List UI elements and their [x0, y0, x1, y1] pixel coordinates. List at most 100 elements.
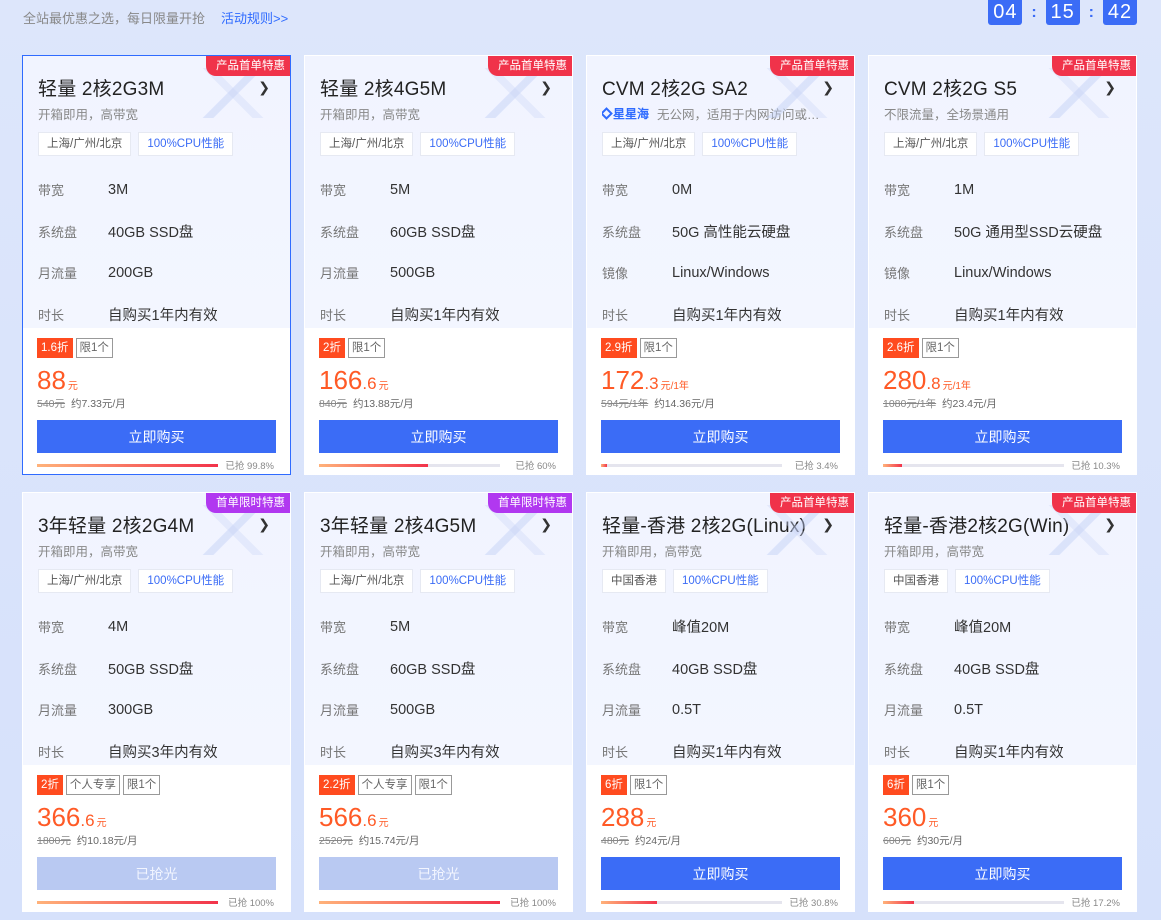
cpu-tag: 100%CPU性能	[673, 569, 768, 593]
original-price-row: 600元 约30元/月	[883, 833, 1122, 848]
spec-value: 4M	[108, 618, 129, 635]
spec-label: 带宽	[320, 620, 347, 636]
product-title[interactable]: 3年轻量 2核2G4M	[38, 511, 194, 538]
badge-list: 2.2折 个人专享 限1个	[319, 775, 558, 795]
region-tag: 上海/广州/北京	[884, 132, 978, 156]
sales-progress: 已抢 100%	[319, 895, 558, 909]
buy-button[interactable]: 立即购买	[883, 420, 1122, 453]
sold-out-button[interactable]: 已抢光	[319, 857, 558, 890]
product-title[interactable]: 轻量-香港2核2G(Win)	[884, 511, 1069, 538]
original-price: 2520元	[319, 835, 353, 847]
price-integer: 366	[37, 802, 81, 832]
card-price-area: 6折 限1个 360 元 600元 约30元/月 立即购买 已抢 17.2%	[869, 765, 1136, 909]
product-title[interactable]: CVM 2核2G SA2	[602, 74, 748, 101]
limit-badge: 限1个	[639, 338, 677, 358]
spec-label: 时长	[884, 744, 911, 760]
activity-rules-link[interactable]: 活动规则>>	[221, 8, 288, 27]
original-price: 594元/1年	[601, 398, 649, 410]
product-card-5[interactable]: 首单限时特惠 3年轻量 2核2G4M ❯ 开箱即用，高带宽 上海/广州/北京 1…	[22, 492, 291, 912]
product-title[interactable]: 轻量 2核2G3M	[38, 74, 164, 101]
product-card-2[interactable]: 产品首单特惠 轻量 2核4G5M ❯ 开箱即用，高带宽 上海/广州/北京 100…	[304, 55, 573, 475]
price-integer: 88	[37, 365, 66, 395]
spec-row: 系统盘 60GB SSD盘	[320, 211, 558, 253]
spec-value: 50G 高性能云硬盘	[672, 224, 791, 241]
sold-out-button[interactable]: 已抢光	[37, 857, 276, 890]
sales-progress: 已抢 3.4%	[601, 458, 840, 472]
spec-row: 带宽 0M	[602, 169, 840, 211]
product-card-8[interactable]: 产品首单特惠 轻量-香港2核2G(Win) ❯ 开箱即用，高带宽 中国香港 10…	[868, 492, 1137, 912]
price-unit: 元	[646, 818, 657, 829]
countdown-separator: :	[1031, 3, 1037, 21]
spec-value: 自购买1年内有效	[108, 307, 218, 324]
spec-row: 带宽 5M	[320, 606, 558, 648]
subtitle-text: 开箱即用，高带宽	[320, 545, 421, 559]
card-specs-area: 产品首单特惠 轻量 2核4G5M ❯ 开箱即用，高带宽 上海/广州/北京 100…	[305, 56, 572, 328]
spec-row: 月流量 500GB	[320, 252, 558, 294]
buy-button[interactable]: 立即购买	[883, 857, 1122, 890]
spec-value: 200GB	[108, 264, 154, 281]
spec-label: 系统盘	[602, 224, 642, 240]
original-price-row: 594元/1年 约14.36元/月	[601, 396, 840, 411]
spec-label: 带宽	[602, 620, 629, 636]
buy-button[interactable]: 立即购买	[319, 420, 558, 453]
price: 366.6 元	[37, 803, 276, 831]
region-tag: 上海/广州/北京	[320, 132, 414, 156]
card-price-area: 2.2折 个人专享 限1个 566.6 元 2520元 约15.74元/月 已抢光 已…	[305, 765, 572, 909]
product-card-7[interactable]: 产品首单特惠 轻量-香港 2核2G(Linux) ❯ 开箱即用，高带宽 中国香港…	[586, 492, 855, 912]
spec-label: 系统盘	[602, 661, 642, 677]
price-unit: 元	[378, 818, 389, 829]
tag-list: 上海/广州/北京 100%CPU性能	[38, 132, 276, 156]
spec-row: 月流量 500GB	[320, 689, 558, 731]
product-card-1[interactable]: 产品首单特惠 轻量 2核2G3M ❯ 开箱即用，高带宽 上海/广州/北京 100…	[22, 55, 291, 475]
spec-value: 60GB SSD盘	[390, 224, 476, 241]
progress-bar	[37, 463, 218, 467]
price-integer: 172	[601, 365, 645, 395]
buy-button[interactable]: 立即购买	[37, 420, 276, 453]
sales-progress: 已抢 99.8%	[37, 458, 276, 472]
progress-bar	[601, 463, 782, 467]
spec-row: 系统盘 40GB SSD盘	[884, 648, 1122, 690]
spec-label: 时长	[320, 744, 347, 760]
badge-list: 2.9折 限1个	[601, 338, 840, 358]
spec-value: Linux/Windows	[954, 264, 1052, 281]
spec-row: 系统盘 60GB SSD盘	[320, 648, 558, 690]
region-tag: 上海/广州/北京	[38, 132, 132, 156]
spec-value: 峰值20M	[672, 620, 730, 637]
spec-label: 系统盘	[884, 224, 924, 240]
buy-button[interactable]: 立即购买	[601, 420, 840, 453]
product-title[interactable]: CVM 2核2G S5	[884, 74, 1017, 101]
spec-row: 时长 自购买1年内有效	[602, 294, 840, 336]
spec-row: 系统盘 50G 高性能云硬盘	[602, 211, 840, 253]
spec-label: 带宽	[884, 183, 911, 199]
buy-button[interactable]: 立即购买	[601, 857, 840, 890]
badge-list: 1.6折 限1个	[37, 338, 276, 358]
spec-value: 自购买1年内有效	[672, 744, 782, 761]
spec-label: 月流量	[320, 266, 360, 282]
product-title[interactable]: 3年轻量 2核4G5M	[320, 511, 476, 538]
spec-row: 时长 自购买1年内有效	[38, 294, 276, 336]
cpu-tag: 100%CPU性能	[420, 132, 516, 156]
product-card-4[interactable]: 产品首单特惠 CVM 2核2G S5 ❯ 不限流量，全场景通用 上海/广州/北京…	[868, 55, 1137, 475]
spec-label: 系统盘	[38, 224, 78, 240]
progress-bar	[883, 900, 1064, 904]
spec-label: 系统盘	[320, 224, 360, 240]
spec-label: 时长	[320, 307, 347, 323]
product-card-3[interactable]: 产品首单特惠 CVM 2核2G SA2 ❯ 星星海 无公网，适用于内网访问或… …	[586, 55, 855, 475]
progress-fill	[601, 900, 657, 904]
monthly-price: 约24元/月	[634, 835, 682, 847]
tag-list: 中国香港 100%CPU性能	[602, 569, 840, 593]
product-card-6[interactable]: 首单限时特惠 3年轻量 2核4G5M ❯ 开箱即用，高带宽 上海/广州/北京 1…	[304, 492, 573, 912]
card-specs-area: 产品首单特惠 CVM 2核2G S5 ❯ 不限流量，全场景通用 上海/广州/北京…	[869, 56, 1136, 328]
product-title[interactable]: 轻量 2核4G5M	[320, 74, 446, 101]
promo-ribbon: 产品首单特惠	[770, 56, 854, 76]
price-unit: 元/1年	[942, 381, 971, 392]
limit-badge: 个人专享	[65, 775, 120, 795]
badge-list: 6折 限1个	[883, 775, 1122, 795]
spec-value: 500GB	[390, 264, 436, 281]
spec-label: 带宽	[884, 620, 911, 636]
spec-value: 0M	[672, 181, 693, 198]
price-integer: 360	[883, 802, 927, 832]
card-specs-area: 产品首单特惠 轻量-香港2核2G(Win) ❯ 开箱即用，高带宽 中国香港 10…	[869, 493, 1136, 765]
spec-row: 带宽 3M	[38, 169, 276, 211]
progress-bar	[37, 900, 218, 904]
